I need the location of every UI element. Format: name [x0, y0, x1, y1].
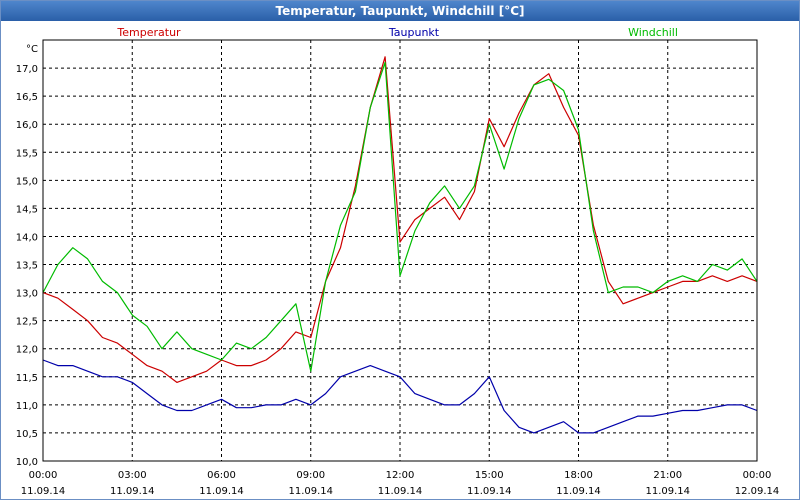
x-tick-date: 12.09.14: [735, 486, 780, 497]
y-axis: 10,0 10,5 11,0 11,5 12,0 12,5 13,0 13,5 14,0 14,5…: [16, 44, 38, 468]
y-tick-label: 12,0: [16, 345, 38, 356]
x-tick-date: 11.09.14: [288, 486, 333, 497]
y-tick-label: 14,5: [16, 204, 38, 215]
x-tick-time: 06:00: [207, 470, 236, 481]
x-tick-date: 11.09.14: [110, 486, 155, 497]
chart-title-bar: Temperatur, Taupunkt, Windchill [°C]: [1, 1, 799, 21]
y-tick-label: 11,0: [16, 401, 38, 412]
x-axis: 00:00 11.09.14 03:00 11.09.14 06:00 11.09.14 0…: [21, 470, 780, 497]
y-tick-label: 11,5: [16, 373, 38, 384]
x-tick-time: 09:00: [296, 470, 325, 481]
y-tick-label: 10,5: [16, 429, 38, 440]
x-tick-time: 00:00: [29, 470, 58, 481]
x-tick-time: 03:00: [118, 470, 147, 481]
grid-lines: [43, 40, 757, 461]
y-tick-label: 15,5: [16, 148, 38, 159]
chart-window: Temperatur, Taupunkt, Windchill [°C] 10,…: [0, 0, 800, 500]
y-tick-label: 16,0: [16, 120, 38, 131]
y-tick-label: 16,5: [16, 92, 38, 103]
y-tick-label: 17,0: [16, 64, 38, 75]
y-tick-label: 13,0: [16, 289, 38, 300]
y-unit-label: °C: [26, 44, 38, 55]
x-tick-time: 18:00: [564, 470, 593, 481]
series-line-temperatur: [42, 56, 758, 383]
x-tick-date: 11.09.14: [556, 486, 601, 497]
y-tick-label: 13,5: [16, 261, 38, 272]
legend-temperatur: Temperatur: [116, 26, 181, 39]
y-tick-label: 12,5: [16, 317, 38, 328]
legend-taupunkt: Taupunkt: [388, 26, 440, 39]
x-tick-date: 11.09.14: [21, 486, 66, 497]
x-tick-time: 21:00: [653, 470, 682, 481]
x-tick-time: 00:00: [743, 470, 772, 481]
x-tick-date: 11.09.14: [467, 486, 512, 497]
legend: Temperatur Taupunkt Windchill: [116, 26, 678, 39]
line-chart: 10,0 10,5 11,0 11,5 12,0 12,5 13,0 13,5 14,0 14,5…: [16, 26, 780, 497]
y-tick-label: 15,0: [16, 176, 38, 187]
y-tick-label: 10,0: [16, 457, 38, 468]
y-tick-label: 14,0: [16, 232, 38, 243]
x-tick-date: 11.09.14: [645, 486, 690, 497]
x-tick-date: 11.09.14: [199, 486, 244, 497]
x-tick-time: 12:00: [386, 470, 415, 481]
legend-windchill: Windchill: [628, 26, 678, 39]
x-tick-time: 15:00: [475, 470, 504, 481]
x-tick-date: 11.09.14: [378, 486, 423, 497]
